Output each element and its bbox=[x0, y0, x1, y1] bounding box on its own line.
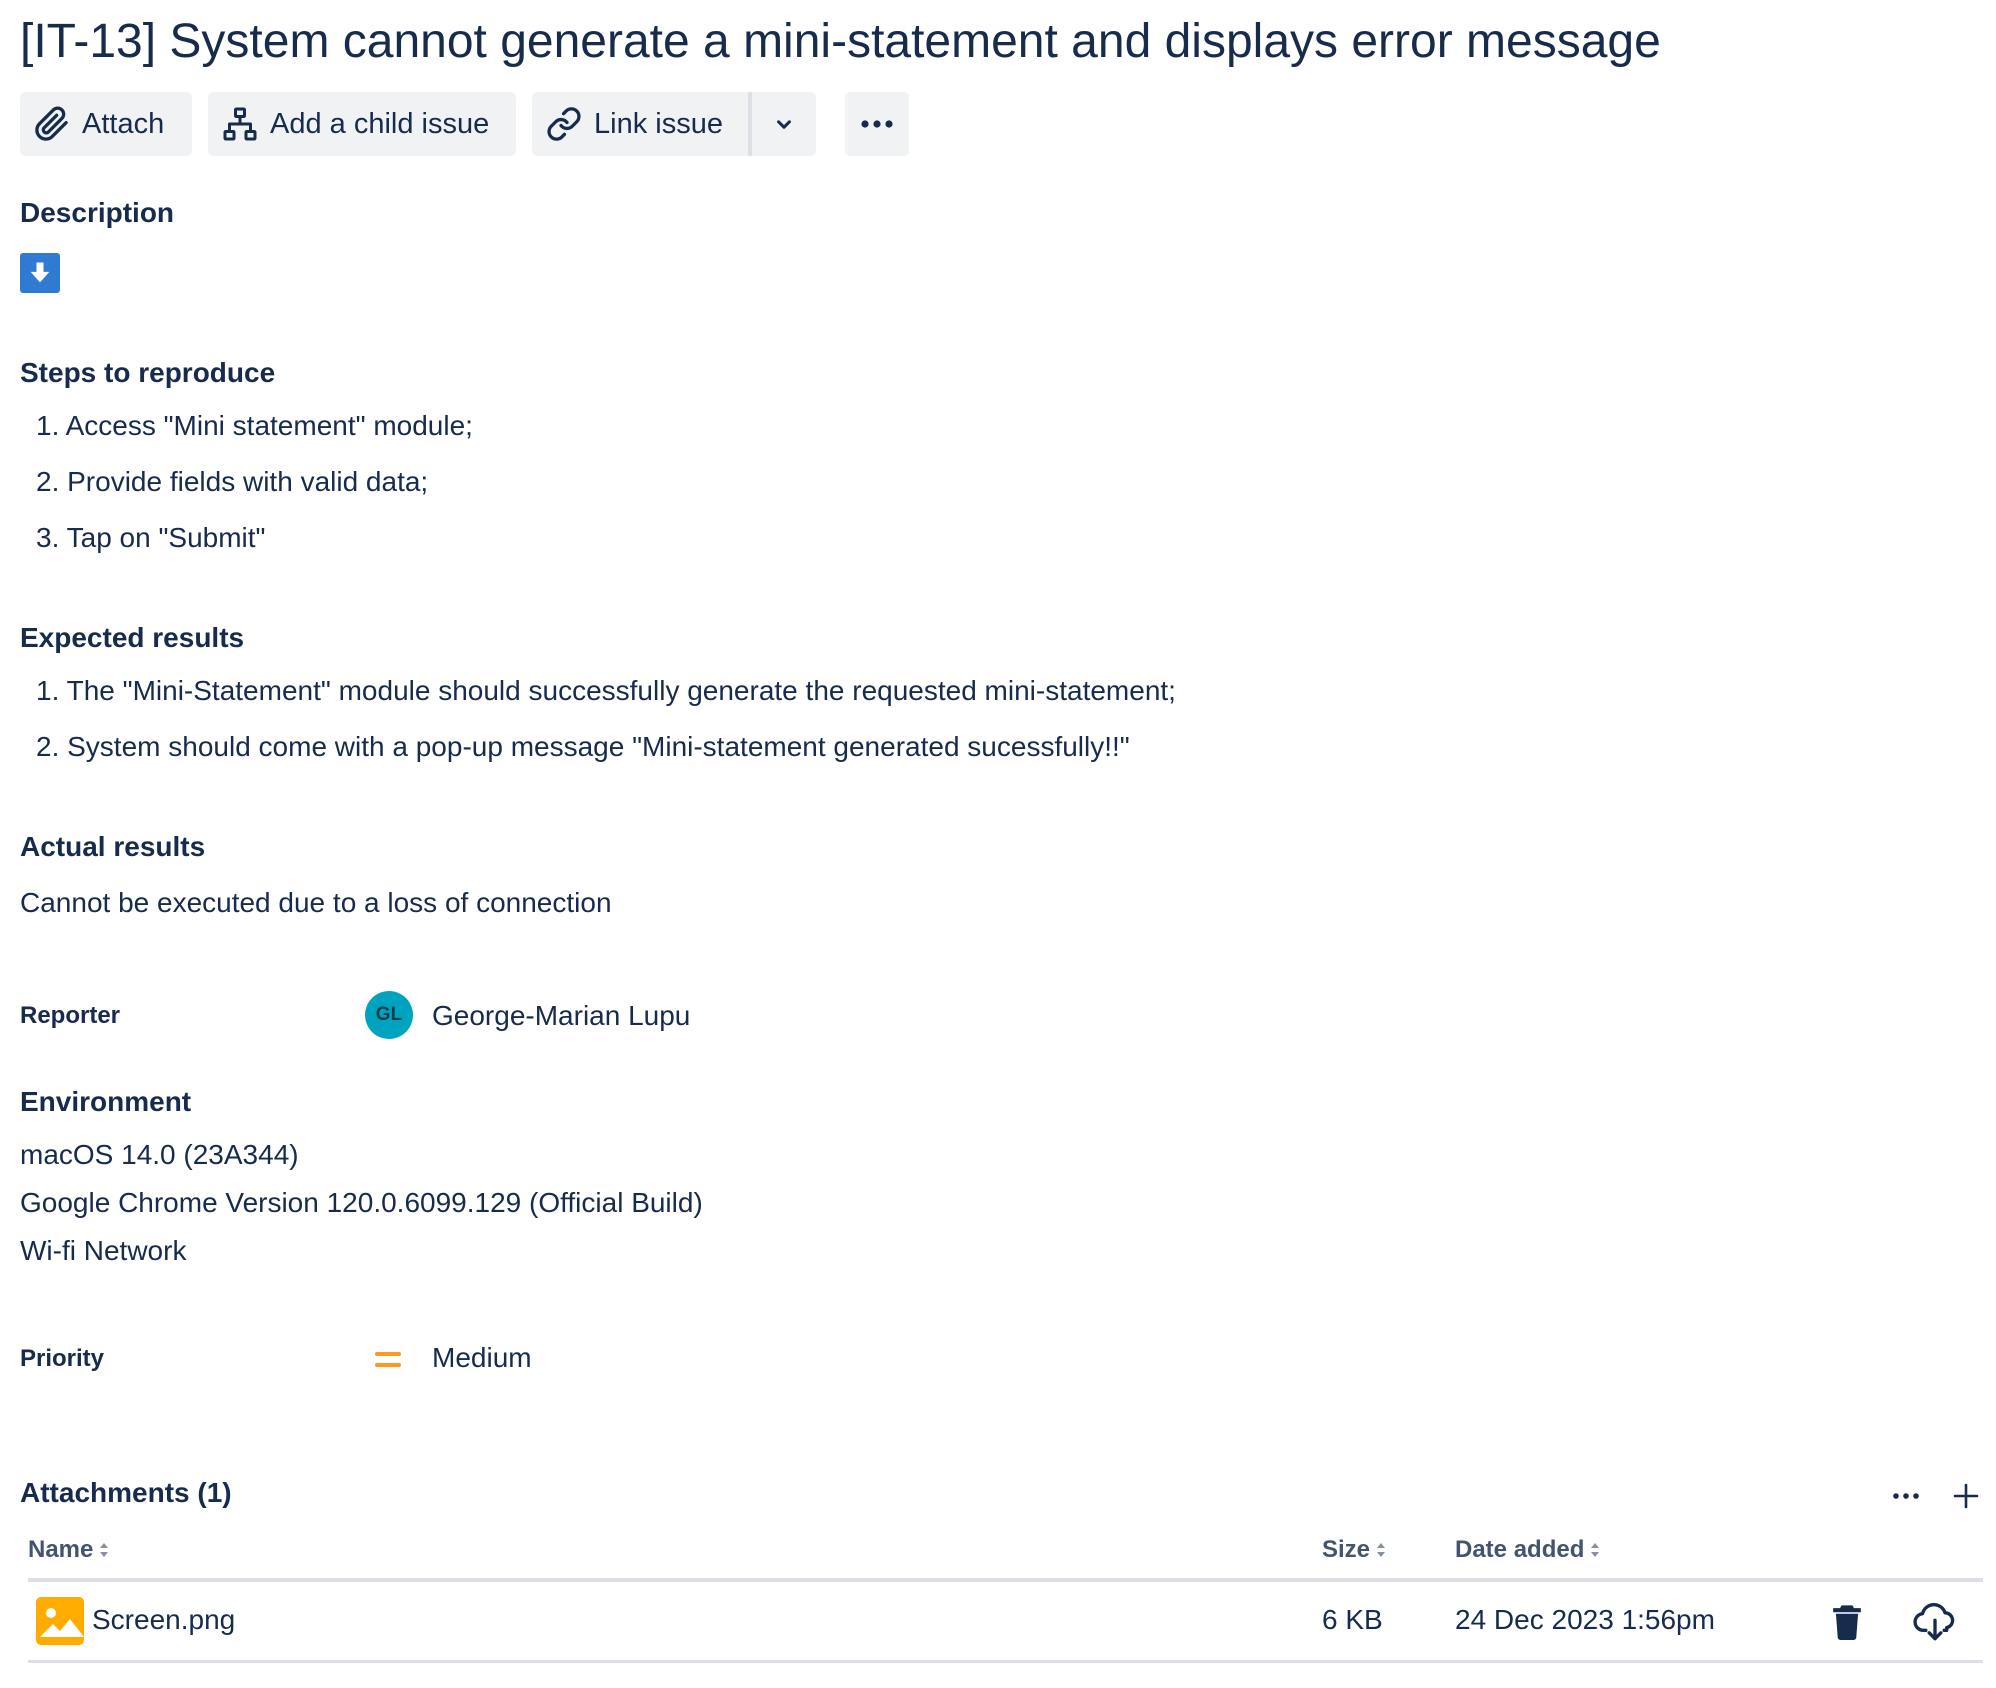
column-header-size-label: Size bbox=[1322, 1536, 1371, 1563]
link-issue-button[interactable]: Link issue bbox=[532, 92, 748, 156]
link-icon bbox=[547, 107, 581, 141]
column-header-date-label: Date added bbox=[1455, 1536, 1585, 1563]
column-header-name[interactable]: Name bbox=[28, 1536, 110, 1564]
chevron-down-icon bbox=[777, 120, 791, 129]
column-header-date[interactable]: Date added bbox=[1455, 1536, 1601, 1564]
step-item: 3. Tap on "Submit" bbox=[36, 522, 266, 553]
attachment-date-added: 24 Dec 2023 1:56pm bbox=[1455, 1604, 1715, 1635]
attach-button[interactable]: Attach bbox=[20, 92, 192, 156]
download-attachment-button[interactable] bbox=[1910, 1600, 1960, 1644]
table-row-divider bbox=[28, 1660, 1983, 1663]
link-issue-dropdown-button[interactable] bbox=[752, 92, 816, 156]
attachments-more-button[interactable] bbox=[1888, 1478, 1924, 1514]
actual-results-heading: Actual results bbox=[20, 831, 206, 862]
environment-line: macOS 14.0 (23A344) bbox=[20, 1139, 299, 1170]
reporter-name[interactable]: George-Marian Lupu bbox=[432, 1000, 690, 1032]
more-actions-button[interactable] bbox=[845, 92, 909, 156]
expected-item: 1. The "Mini-Statement" module should su… bbox=[36, 675, 1176, 706]
download-arrow-icon[interactable] bbox=[20, 253, 60, 293]
link-issue-label: Link issue bbox=[594, 107, 723, 140]
sort-icon bbox=[1377, 1543, 1386, 1557]
attachment-file-size: 6 KB bbox=[1322, 1604, 1383, 1635]
reporter-label: Reporter bbox=[20, 1002, 121, 1029]
step-item: 1. Access "Mini statement" module; bbox=[36, 410, 473, 441]
add-child-issue-label: Add a child issue bbox=[270, 107, 490, 140]
add-attachment-button[interactable] bbox=[1948, 1478, 1984, 1514]
environment-heading: Environment bbox=[20, 1086, 192, 1117]
attachment-file-name[interactable]: Screen.png bbox=[92, 1604, 235, 1636]
child-issue-hierarchy-icon bbox=[223, 107, 257, 141]
paperclip-icon bbox=[35, 106, 68, 141]
more-horizontal-icon bbox=[1893, 1493, 1919, 1499]
avatar[interactable]: GL bbox=[365, 991, 413, 1039]
plus-icon bbox=[1953, 1483, 1979, 1509]
priority-value[interactable]: Medium bbox=[432, 1342, 532, 1374]
step-item: 2. Provide fields with valid data; bbox=[36, 466, 429, 497]
image-file-icon bbox=[36, 1597, 84, 1645]
delete-attachment-button[interactable] bbox=[1827, 1602, 1867, 1642]
steps-to-reproduce-heading: Steps to reproduce bbox=[20, 357, 276, 388]
environment-line: Wi-fi Network bbox=[20, 1235, 187, 1266]
priority-medium-icon bbox=[375, 1350, 401, 1370]
sort-icon bbox=[1591, 1543, 1600, 1557]
issue-title: [IT-13] System cannot generate a mini-st… bbox=[20, 15, 1661, 68]
attachments-heading: Attachments (1) bbox=[20, 1477, 232, 1508]
priority-label: Priority bbox=[20, 1345, 105, 1372]
expected-results-heading: Expected results bbox=[20, 622, 245, 653]
cloud-download-icon bbox=[1913, 1603, 1955, 1641]
description-heading: Description bbox=[20, 197, 175, 228]
sort-icon bbox=[100, 1543, 109, 1557]
trash-icon bbox=[1833, 1605, 1861, 1640]
table-row[interactable]: Screen.png 6 KB 24 Dec 2023 1:56pm bbox=[28, 1582, 1983, 1660]
add-child-issue-button[interactable]: Add a child issue bbox=[208, 92, 516, 156]
more-horizontal-icon bbox=[861, 120, 893, 128]
attach-button-label: Attach bbox=[82, 107, 165, 140]
column-header-name-label: Name bbox=[28, 1536, 94, 1563]
column-header-size[interactable]: Size bbox=[1322, 1536, 1387, 1564]
expected-item: 2. System should come with a pop-up mess… bbox=[36, 731, 1130, 762]
actual-results-text: Cannot be executed due to a loss of conn… bbox=[20, 887, 612, 918]
environment-line: Google Chrome Version 120.0.6099.129 (Of… bbox=[20, 1187, 703, 1218]
